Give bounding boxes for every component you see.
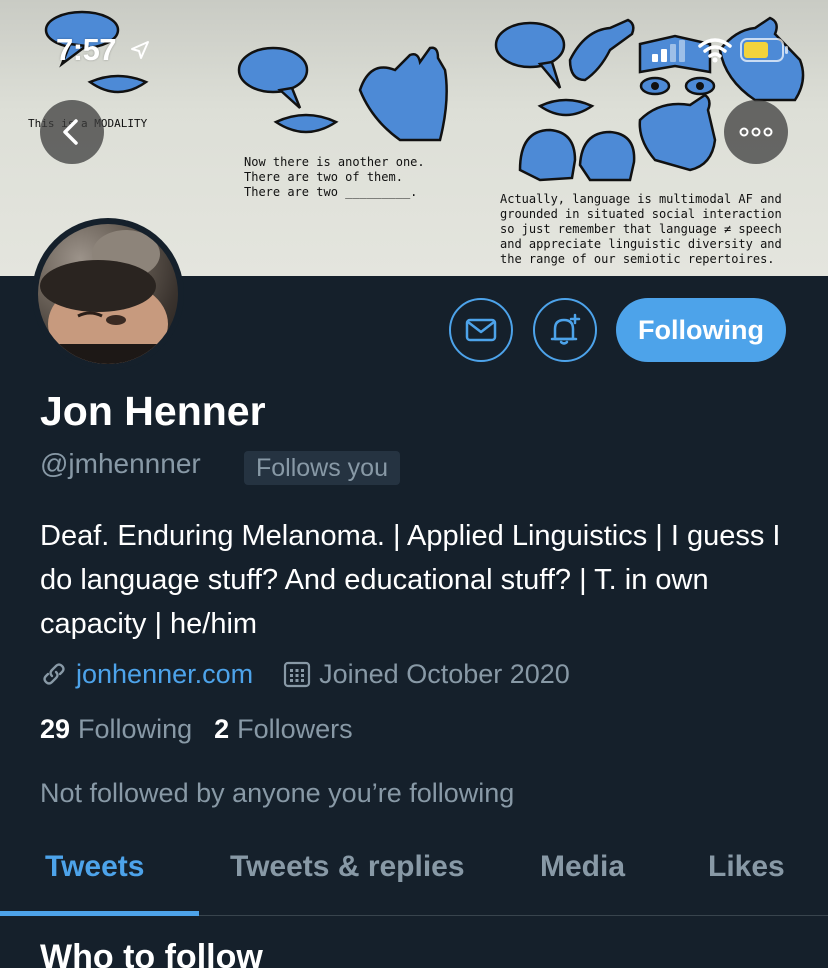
back-button[interactable] — [40, 100, 104, 164]
more-options-button[interactable] — [724, 100, 788, 164]
followers-label[interactable]: Followers — [237, 714, 353, 745]
profile-tabs: Tweets Tweets & replies Media Likes — [0, 832, 828, 916]
banner-caption-right: Actually, language is multimodal AF and … — [500, 192, 782, 266]
calendar-icon — [284, 661, 311, 688]
who-to-follow-heading: Who to follow — [40, 938, 263, 968]
mutual-followers-note: Not followed by anyone you’re following — [40, 778, 515, 808]
website-link[interactable]: jonhenner.com — [76, 659, 253, 690]
bell-plus-icon — [550, 313, 581, 345]
follows-you-badge: Follows you — [244, 451, 400, 485]
avatar-image — [38, 230, 178, 364]
user-handle: @jmhennner — [40, 448, 201, 479]
active-tab-indicator — [0, 911, 199, 916]
tab-media[interactable]: Media — [540, 850, 625, 884]
wifi-icon — [698, 38, 732, 63]
tab-tweets-and-replies[interactable]: Tweets & replies — [230, 850, 465, 884]
following-label[interactable]: Following — [78, 714, 192, 745]
followers-count[interactable]: 2 — [214, 714, 229, 745]
following-button[interactable]: Following — [616, 298, 786, 362]
tab-tweets[interactable]: Tweets — [45, 850, 144, 884]
profile-avatar[interactable] — [32, 218, 184, 370]
ellipsis-icon — [739, 127, 773, 137]
display-name: Jon Henner — [40, 388, 266, 434]
avatar-photo — [38, 224, 178, 364]
chevron-left-icon — [63, 119, 78, 145]
following-count[interactable]: 29 — [40, 714, 70, 745]
status-bar: 7:57 — [0, 28, 828, 72]
battery-icon — [740, 38, 788, 62]
message-button[interactable] — [449, 298, 513, 362]
profile-bio: Deaf. Enduring Melanoma. | Applied Lingu… — [40, 520, 781, 640]
joined-date: Joined October 2020 — [319, 658, 570, 689]
notifications-button[interactable] — [533, 298, 597, 362]
tab-likes[interactable]: Likes — [708, 850, 785, 884]
envelope-icon — [465, 318, 497, 342]
link-icon — [43, 663, 65, 685]
status-time: 7:57 — [56, 32, 117, 67]
location-arrow-icon — [131, 41, 149, 59]
banner-caption-middle: Now there is another one. There are two … — [244, 155, 425, 199]
profile-meta: jonhenner.com Joined October 2020 — [40, 654, 570, 694]
follow-stats: 29 Following 2 Followers — [40, 714, 375, 745]
signal-icon — [652, 40, 685, 62]
